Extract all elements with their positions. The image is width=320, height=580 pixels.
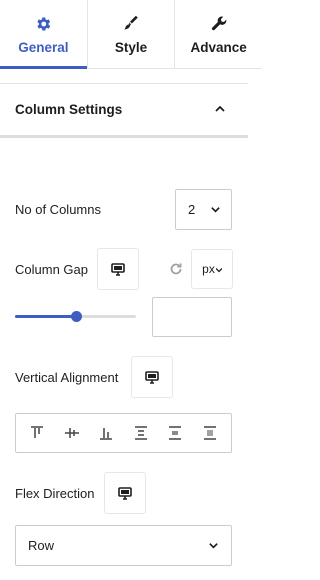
- column-gap-input[interactable]: [152, 297, 232, 337]
- vertical-alignment-options: [15, 413, 232, 453]
- paintbrush-icon: [121, 14, 141, 34]
- unit-select-button[interactable]: px: [191, 249, 233, 289]
- tab-general-label: General: [18, 40, 69, 55]
- chevron-down-icon: [210, 204, 221, 215]
- desktop-icon: [118, 486, 132, 500]
- desktop-icon: [145, 370, 159, 384]
- justify-space-between-icon[interactable]: [126, 418, 156, 448]
- flex-direction-value: Row: [28, 538, 55, 553]
- align-bottom-icon[interactable]: [91, 418, 121, 448]
- tab-bar: General Style Advance: [0, 0, 262, 69]
- justify-space-evenly-icon[interactable]: [195, 418, 225, 448]
- tab-general[interactable]: General: [0, 0, 87, 69]
- chevron-up-icon: [214, 103, 226, 115]
- unit-value: px: [202, 262, 215, 276]
- column-settings-panel-toggle[interactable]: Column Settings: [0, 83, 248, 138]
- tab-style-label: Style: [114, 40, 148, 55]
- columns-select[interactable]: 2: [175, 189, 232, 230]
- columns-label: No of Columns: [15, 202, 101, 217]
- columns-value: 2: [188, 202, 196, 217]
- align-center-icon[interactable]: [57, 418, 87, 448]
- justify-space-around-icon[interactable]: [160, 418, 190, 448]
- column-gap-label: Column Gap: [15, 262, 88, 277]
- responsive-device-button[interactable]: [131, 356, 173, 398]
- slider-thumb[interactable]: [70, 311, 82, 322]
- tab-advance-label: Advance: [190, 40, 247, 55]
- desktop-icon: [111, 262, 125, 276]
- flex-direction-select[interactable]: Row: [15, 525, 232, 566]
- column-gap-slider[interactable]: [15, 311, 136, 322]
- responsive-device-button[interactable]: [97, 248, 139, 290]
- responsive-device-button[interactable]: [104, 472, 146, 514]
- chevron-down-icon: [208, 540, 219, 551]
- tab-advance[interactable]: Advance: [174, 0, 262, 68]
- unit-caret-icon: [215, 267, 222, 273]
- align-top-icon[interactable]: [22, 418, 52, 448]
- slider-fill: [15, 315, 76, 318]
- vertical-alignment-label: Vertical Alignment: [15, 370, 119, 385]
- wrench-icon: [209, 14, 229, 34]
- panel-title: Column Settings: [15, 102, 123, 117]
- gear-icon: [33, 14, 53, 34]
- tab-style[interactable]: Style: [86, 0, 175, 68]
- reset-icon[interactable]: [168, 261, 184, 277]
- flex-direction-label: Flex Direction: [15, 486, 95, 501]
